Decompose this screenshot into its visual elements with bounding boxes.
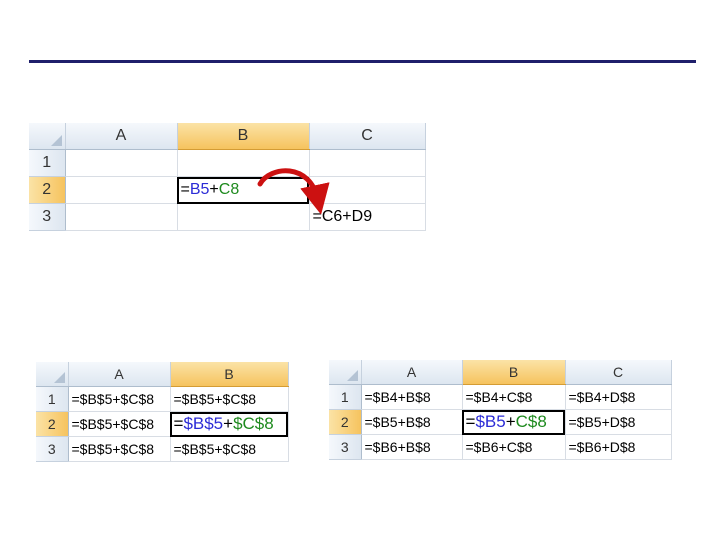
cell-b3[interactable]: =$B6+C$8 bbox=[462, 434, 566, 460]
row-header-3[interactable]: 3 bbox=[29, 203, 66, 231]
formula-plus: + bbox=[223, 414, 234, 433]
formula-plus: + bbox=[505, 412, 516, 431]
cell-b2-active[interactable]: =$B5+C$8 bbox=[462, 409, 566, 435]
row-header-2[interactable]: 2 bbox=[29, 176, 66, 204]
cell-c1[interactable]: =$B4+D$8 bbox=[565, 384, 672, 410]
absolute-reference-spreadsheet: A B 1 =$B$5+$C$8 =$B$5+$C$8 2 =$B$5+$C$8… bbox=[36, 362, 289, 462]
formula-ref-b5: $B$5 bbox=[183, 414, 224, 433]
column-header-b[interactable]: B bbox=[462, 360, 566, 385]
cell-a1[interactable]: =$B$5+$C$8 bbox=[68, 386, 171, 412]
select-all-corner[interactable] bbox=[329, 360, 362, 385]
cell-a1[interactable]: =$B4+B$8 bbox=[361, 384, 463, 410]
column-header-b[interactable]: B bbox=[170, 362, 289, 387]
formula-equals: = bbox=[465, 412, 476, 431]
cell-a3[interactable]: =$B6+B$8 bbox=[361, 434, 463, 460]
row-header-1[interactable]: 1 bbox=[29, 149, 66, 177]
column-header-a[interactable]: A bbox=[361, 360, 463, 385]
title-rule bbox=[29, 60, 696, 63]
cell-b3[interactable]: =$B$5+$C$8 bbox=[170, 436, 289, 462]
cell-c2[interactable]: =$B5+D$8 bbox=[565, 409, 672, 435]
column-header-b[interactable]: B bbox=[177, 123, 310, 150]
cell-a2[interactable]: =$B5+B$8 bbox=[361, 409, 463, 435]
formula-ref-c8: C8 bbox=[218, 181, 240, 198]
cell-a3[interactable]: =$B$5+$C$8 bbox=[68, 436, 171, 462]
select-all-corner[interactable] bbox=[29, 123, 66, 150]
cell-a3[interactable] bbox=[65, 203, 178, 231]
column-header-c[interactable]: C bbox=[309, 123, 426, 150]
formula-ref-c8: C$8 bbox=[515, 412, 547, 431]
row-header-2[interactable]: 2 bbox=[36, 411, 69, 437]
cell-c3[interactable]: =$B6+D$8 bbox=[565, 434, 672, 460]
formula-plus: + bbox=[209, 181, 219, 198]
cell-a2[interactable]: =$B$5+$C$8 bbox=[68, 411, 171, 437]
cell-b1[interactable]: =$B$5+$C$8 bbox=[170, 386, 289, 412]
row-header-1[interactable]: 1 bbox=[329, 384, 362, 410]
formula-equals: = bbox=[173, 414, 184, 433]
formula-ref-c8: $C$8 bbox=[233, 414, 274, 433]
formula-ref-b5: $B5 bbox=[475, 412, 506, 431]
column-header-a[interactable]: A bbox=[65, 123, 178, 150]
top-spreadsheet: A B C 1 2 =B5+C8 3 =C6+D9 bbox=[29, 123, 426, 231]
formula-ref-b5: B5 bbox=[189, 181, 210, 198]
column-header-c[interactable]: C bbox=[565, 360, 672, 385]
copy-arrow-icon bbox=[257, 168, 330, 215]
cell-a1[interactable] bbox=[65, 149, 178, 177]
mixed-reference-spreadsheet: A B C 1 =$B4+B$8 =$B4+C$8 =$B4+D$8 2 =$B… bbox=[329, 360, 672, 460]
select-all-corner[interactable] bbox=[36, 362, 69, 387]
cell-b2-active[interactable]: =$B$5+$C$8 bbox=[170, 411, 289, 437]
cell-b1[interactable]: =$B4+C$8 bbox=[462, 384, 566, 410]
row-header-3[interactable]: 3 bbox=[329, 434, 362, 460]
cell-a2[interactable] bbox=[65, 176, 178, 204]
row-header-3[interactable]: 3 bbox=[36, 436, 69, 462]
row-header-2[interactable]: 2 bbox=[329, 409, 362, 435]
formula-equals: = bbox=[180, 181, 190, 198]
row-header-1[interactable]: 1 bbox=[36, 386, 69, 412]
column-header-a[interactable]: A bbox=[68, 362, 171, 387]
